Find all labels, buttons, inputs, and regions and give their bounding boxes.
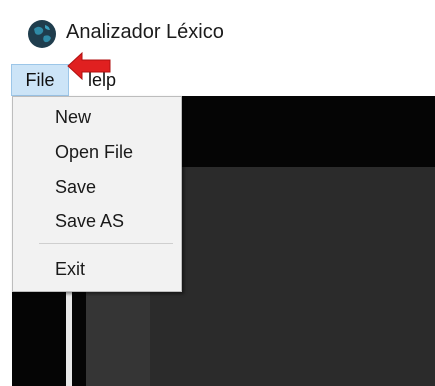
menu-file[interactable]: File [11,64,69,96]
menu-item-open-file[interactable]: Open File [55,142,133,163]
menu-item-save-as[interactable]: Save AS [55,211,124,232]
menu-separator [39,243,173,244]
menu-item-exit[interactable]: Exit [55,259,85,280]
window-title: Analizador Léxico [66,21,224,43]
menu-item-new[interactable]: New [55,107,91,128]
globe-app-icon [28,20,56,48]
menu-item-save[interactable]: Save [55,177,96,198]
divider-line [66,290,72,386]
file-dropdown-menu: New Open File Save Save AS Exit [12,96,182,292]
red-arrow-icon [67,51,111,81]
